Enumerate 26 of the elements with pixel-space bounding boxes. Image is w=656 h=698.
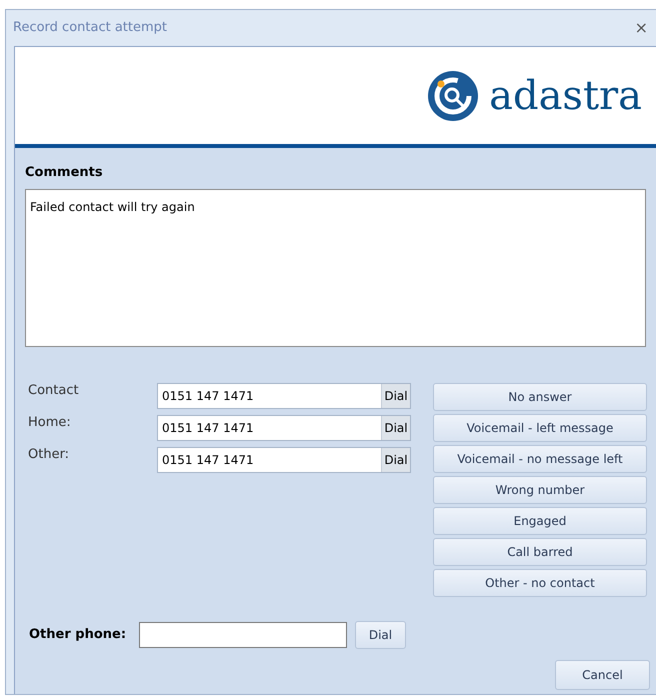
dial-button[interactable]: Dial bbox=[381, 384, 410, 408]
phone-label: Home: bbox=[28, 414, 72, 432]
cancel-button[interactable]: Cancel bbox=[555, 660, 650, 690]
outcome-button[interactable]: Call barred bbox=[433, 538, 647, 566]
comments-field[interactable]: Failed contact will try again bbox=[25, 188, 646, 346]
phone-field[interactable]: 0151 147 1471 Dial bbox=[157, 382, 411, 408]
outcome-button[interactable]: No answer bbox=[433, 382, 647, 410]
dial-button[interactable]: Dial bbox=[381, 416, 410, 440]
outcome-button[interactable]: Wrong number bbox=[433, 476, 647, 504]
other-phone-label: Other phone: bbox=[29, 626, 128, 644]
phone-field[interactable]: 0151 147 1471 Dial bbox=[157, 414, 411, 440]
phone-field[interactable]: 0151 147 1471 Dial bbox=[157, 446, 411, 472]
other-phone-field[interactable] bbox=[139, 622, 347, 648]
outcome-button[interactable]: Voicemail - no message left bbox=[433, 444, 647, 472]
logo-icon bbox=[427, 70, 480, 122]
outcome-button[interactable]: Voicemail - left message bbox=[433, 414, 647, 442]
outcome-button[interactable]: Other - no contact bbox=[433, 568, 647, 596]
logo-text: adastra bbox=[489, 76, 642, 116]
phone-label: Other: bbox=[28, 446, 70, 464]
phone-label: Contact bbox=[28, 382, 80, 400]
comments-label: Comments bbox=[25, 164, 104, 182]
dial-button[interactable]: Dial bbox=[355, 620, 406, 648]
outcome-button[interactable]: Engaged bbox=[433, 506, 647, 534]
dial-button[interactable]: Dial bbox=[381, 448, 410, 472]
window-title: Record contact attempt bbox=[13, 19, 168, 38]
close-button[interactable]: × bbox=[634, 20, 648, 36]
